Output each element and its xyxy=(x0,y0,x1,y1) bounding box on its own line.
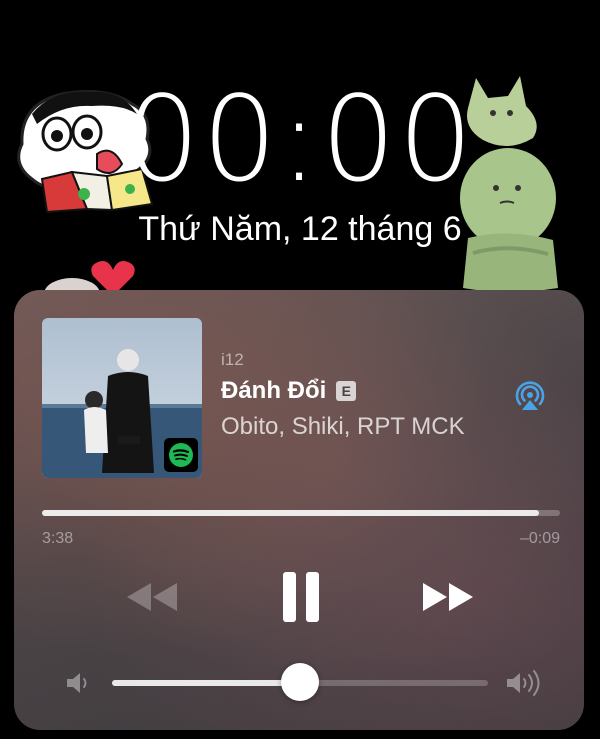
elapsed-time: 3:38 xyxy=(42,530,74,547)
fast-forward-icon xyxy=(423,583,473,611)
rewind-button[interactable] xyxy=(121,577,181,617)
album-art[interactable] xyxy=(42,318,202,478)
explicit-badge: E xyxy=(336,381,357,401)
fast-forward-button[interactable] xyxy=(419,577,479,617)
rewind-icon xyxy=(127,583,177,611)
airplay-icon[interactable] xyxy=(512,378,548,414)
track-title: Đánh Đổi xyxy=(221,377,327,404)
lockscreen-date: Thứ Năm, 12 tháng 6 xyxy=(138,210,462,248)
volume-slider-fill xyxy=(112,680,300,686)
volume-high-icon xyxy=(504,669,544,697)
remaining-time: –0:09 xyxy=(519,530,560,547)
volume-slider-knob[interactable] xyxy=(281,663,319,701)
track-artist: Obito, Shiki, RPT MCK xyxy=(221,413,465,440)
lockscreen-clock: 00:00 xyxy=(124,70,476,208)
spotify-icon xyxy=(164,438,198,472)
playback-source-label: i12 xyxy=(221,350,244,369)
now-playing-widget[interactable]: i12 Đánh Đổi E Obito, Shiki, RPT MCK 3:3… xyxy=(14,290,584,730)
volume-low-icon xyxy=(64,671,92,695)
pause-icon xyxy=(283,572,319,622)
playback-scrubber[interactable] xyxy=(42,510,560,516)
pause-button[interactable] xyxy=(279,570,323,624)
playback-progress-fill xyxy=(42,510,540,516)
